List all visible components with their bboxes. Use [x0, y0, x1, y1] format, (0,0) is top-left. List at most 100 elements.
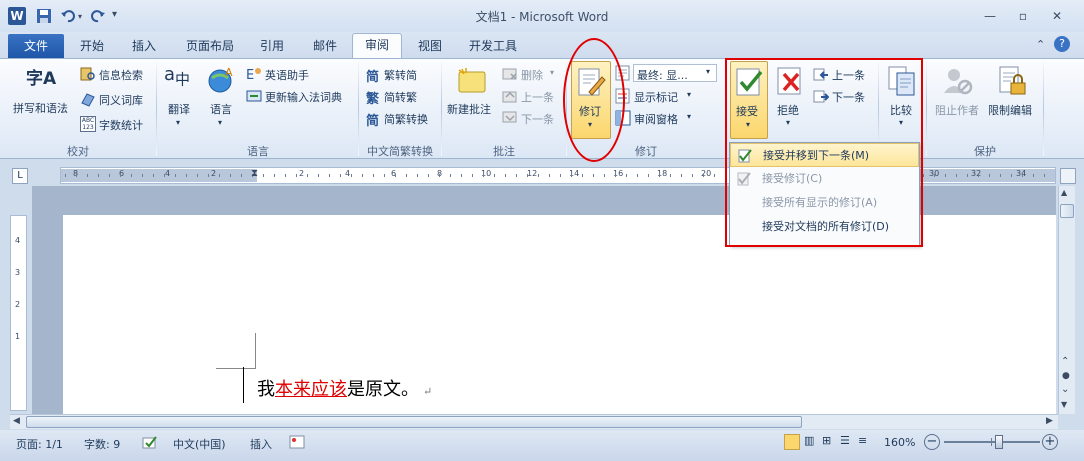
- print-layout-view-icon[interactable]: [784, 434, 800, 450]
- ruler-tick: [967, 174, 968, 177]
- page-count[interactable]: 页面: 1/1: [16, 436, 63, 452]
- zoom-slider-thumb[interactable]: [995, 435, 1004, 449]
- update-ime-label: 更新输入法词典: [265, 91, 342, 104]
- document-paragraph[interactable]: 我本来应该是原文。 ↵: [257, 375, 432, 401]
- insert-mode[interactable]: 插入: [250, 436, 272, 452]
- tab-references[interactable]: 引用: [252, 35, 292, 58]
- delete-comment-button[interactable]: 删除 ▾: [502, 66, 558, 84]
- ruler-tick: [923, 174, 924, 177]
- macro-record-icon[interactable]: [289, 434, 305, 450]
- tab-insert[interactable]: 插入: [124, 35, 164, 58]
- horizontal-scroll-thumb[interactable]: [26, 416, 802, 428]
- close-icon[interactable]: ✕: [1044, 6, 1070, 26]
- view-ruler-icon[interactable]: [1060, 168, 1076, 184]
- block-authors-button[interactable]: 阻止作者: [932, 62, 984, 122]
- chinese-convert-button[interactable]: 简 简繁转换: [366, 110, 438, 129]
- draft-view-icon[interactable]: ≡: [858, 434, 872, 450]
- previous-comment-label: 上一条: [521, 91, 554, 104]
- ruler-tick: [384, 174, 385, 177]
- tab-view[interactable]: 视图: [410, 35, 450, 58]
- research-button[interactable]: 信息检索: [80, 66, 154, 84]
- spelling-grammar-label: 拼写和语法: [13, 102, 68, 115]
- help-icon[interactable]: ?: [1054, 36, 1070, 52]
- paragraph-mark-icon: ↵: [423, 385, 433, 398]
- tab-page-layout[interactable]: 页面布局: [180, 35, 240, 58]
- ruler-tick: [208, 174, 209, 177]
- ruler-tick: [428, 174, 429, 177]
- zoom-in-icon[interactable]: +: [1042, 434, 1058, 450]
- browse-object-icon[interactable]: ●: [1062, 371, 1070, 381]
- english-assistant-button[interactable]: E 英语助手: [246, 66, 350, 84]
- ruler-tick: [560, 174, 561, 177]
- ruler-tick: [549, 174, 550, 177]
- horizontal-scrollbar[interactable]: ◀ ▶: [10, 414, 1058, 429]
- new-comment-button[interactable]: 新建批注: [446, 62, 498, 122]
- outline-view-icon[interactable]: ☰: [840, 434, 854, 450]
- to-traditional-button[interactable]: 繁 简转繁: [366, 88, 436, 107]
- tab-developer[interactable]: 开发工具: [460, 35, 526, 58]
- thesaurus-button[interactable]: 同义词库: [80, 91, 154, 109]
- vertical-scrollbar[interactable]: ▲ ⌃ ● ⌄ ▼: [1058, 186, 1075, 414]
- next-page-icon[interactable]: ⌄: [1061, 384, 1069, 395]
- zoom-out-icon[interactable]: −: [924, 434, 940, 450]
- translate-icon: a中: [164, 64, 191, 89]
- thesaurus-icon: [81, 93, 95, 107]
- tab-mailings[interactable]: 邮件: [305, 35, 345, 58]
- ruler-tick: [406, 174, 407, 177]
- word-count-label: 字数统计: [99, 119, 143, 132]
- restrict-editing-label: 限制编辑: [988, 104, 1032, 117]
- ruler-tick: [296, 174, 297, 177]
- previous-comment-button[interactable]: 上一条: [502, 88, 562, 106]
- to-simplified-button[interactable]: 简 繁转简: [366, 66, 436, 85]
- scroll-up-icon[interactable]: ▲: [1061, 188, 1067, 197]
- group-separator: [156, 62, 157, 156]
- reviewing-pane-button[interactable]: 审阅窗格 ▾: [615, 110, 695, 128]
- block-authors-label: 阻止作者: [935, 104, 979, 117]
- web-layout-icon[interactable]: ⊞: [822, 434, 836, 450]
- scroll-down-icon[interactable]: ▼: [1061, 400, 1067, 409]
- vertical-ruler[interactable]: 4 3 2 1: [10, 215, 27, 411]
- previous-comment-icon: [502, 91, 517, 103]
- full-screen-reading-icon[interactable]: ▥: [804, 434, 818, 450]
- proofing-status-icon[interactable]: [142, 434, 158, 450]
- show-markup-label: 显示标记: [634, 91, 678, 104]
- annotation-oval: [563, 38, 625, 162]
- restrict-editing-icon: [999, 66, 1026, 95]
- language-button[interactable]: A 语言 ▾: [204, 62, 242, 134]
- indent-marker[interactable]: ⧗: [251, 168, 258, 179]
- display-for-review-select[interactable]: 最终: 显... ▾: [615, 64, 719, 82]
- zoom-slider[interactable]: [944, 435, 1040, 449]
- word-count[interactable]: 字数: 9: [84, 436, 120, 452]
- scroll-right-icon[interactable]: ▶: [1046, 416, 1053, 426]
- ruler-tick: [109, 174, 110, 177]
- ruler-tick: [648, 174, 649, 177]
- next-comment-button[interactable]: 下一条: [502, 110, 562, 128]
- inserted-revision-text[interactable]: 本来应该: [275, 379, 347, 400]
- tab-home[interactable]: 开始: [72, 35, 112, 58]
- previous-page-icon[interactable]: ⌃: [1061, 356, 1069, 367]
- vertical-scroll-thumb[interactable]: [1060, 204, 1074, 218]
- word-count-button[interactable]: ABC 123 字数统计: [80, 116, 154, 134]
- tab-selector[interactable]: L: [12, 168, 28, 184]
- maximize-icon[interactable]: ▫: [1010, 6, 1036, 26]
- restrict-editing-button[interactable]: 限制编辑: [986, 62, 1040, 122]
- ruler-tick: [274, 174, 275, 177]
- translate-button[interactable]: a中 翻译 ▾: [162, 62, 200, 134]
- ruler-tick: [615, 174, 616, 177]
- vertical-ruler-marks: 4 3 2 1: [11, 216, 26, 410]
- minimize-icon[interactable]: —: [977, 6, 1003, 26]
- spelling-grammar-button[interactable]: 字A 拼写和语法: [10, 62, 76, 122]
- ruler-tick: [131, 174, 132, 177]
- tab-review[interactable]: 审阅: [352, 33, 402, 59]
- show-markup-button[interactable]: 显示标记 ▾: [615, 88, 695, 106]
- chinese-convert-label: 简繁转换: [384, 113, 428, 126]
- tab-file[interactable]: 文件: [8, 34, 64, 58]
- scroll-left-icon[interactable]: ◀: [13, 416, 20, 426]
- zoom-level[interactable]: 160%: [884, 436, 915, 449]
- language-status[interactable]: 中文(中国): [173, 436, 226, 452]
- minimize-ribbon-icon[interactable]: ⌃: [1036, 38, 1045, 51]
- ruler-tick: [483, 174, 484, 177]
- update-ime-button[interactable]: 更新输入法词典: [246, 88, 354, 106]
- to-simplified-icon: 简: [366, 70, 380, 85]
- next-comment-label: 下一条: [521, 113, 554, 126]
